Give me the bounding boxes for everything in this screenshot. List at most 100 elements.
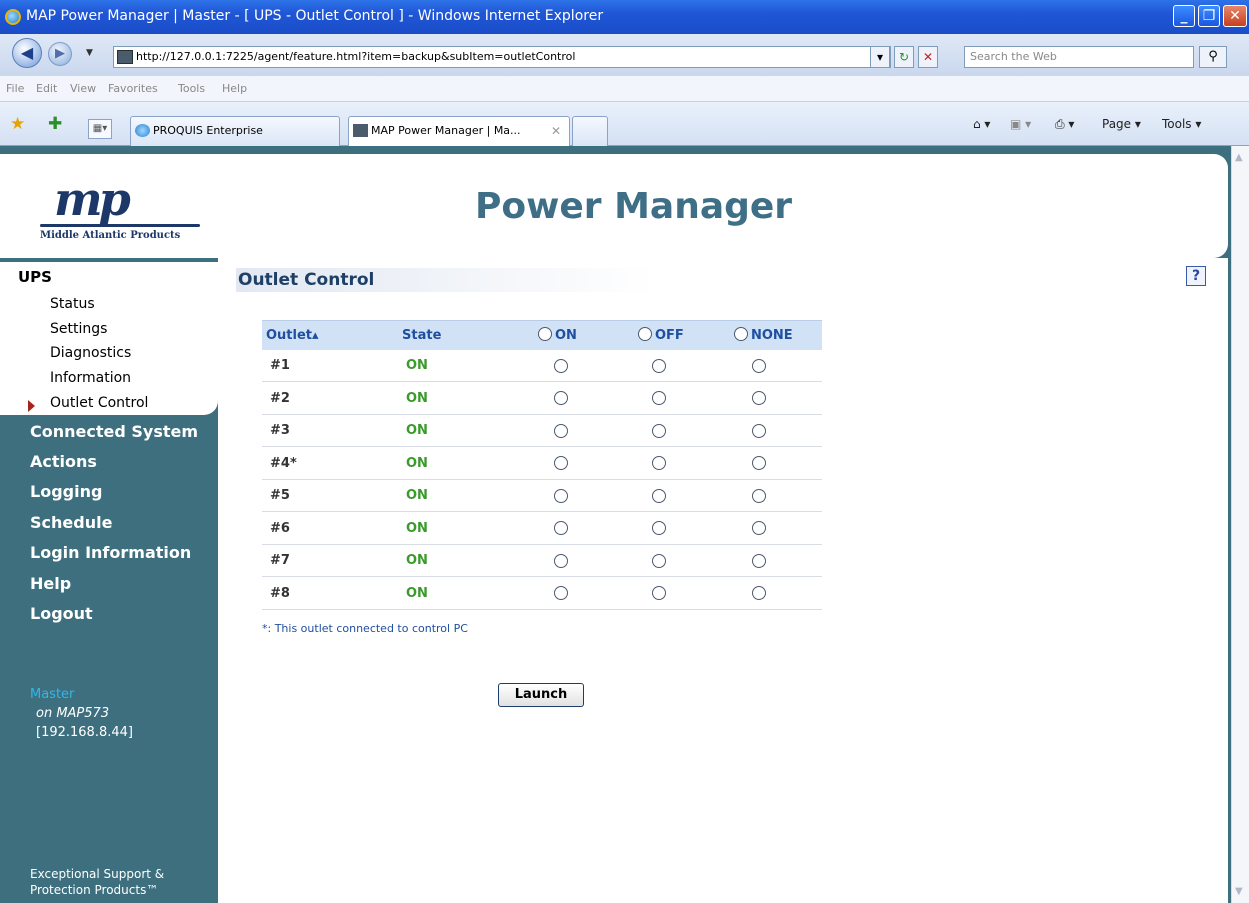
sidebar-item-actions[interactable]: Actions [30, 452, 97, 471]
url-field[interactable]: http://127.0.0.1:7225/agent/feature.html… [113, 46, 891, 68]
add-favorite-icon[interactable]: ✚ [48, 114, 62, 134]
new-tab-button[interactable] [572, 116, 608, 146]
sidebar-item-logging[interactable]: Logging [30, 482, 102, 501]
url-dropdown-button[interactable]: ▾ [870, 46, 890, 68]
outlet-none-radio[interactable] [752, 358, 766, 373]
outlet-off-radio[interactable] [652, 391, 666, 406]
close-tab-icon[interactable]: ✕ [551, 117, 561, 145]
sidebar-item-help[interactable]: Help [30, 574, 71, 593]
outlet-none-radio[interactable] [752, 423, 766, 438]
launch-button[interactable]: Launch [498, 683, 584, 707]
outlet-off-radio[interactable] [652, 488, 666, 503]
sidebar-item-login-information[interactable]: Login Information [30, 543, 191, 562]
outlet-none-radio[interactable] [752, 586, 766, 601]
outlet-off-radio[interactable] [652, 358, 666, 373]
close-window-button[interactable]: ✕ [1223, 5, 1247, 27]
outlet-number: #8 [270, 585, 290, 601]
menu-view[interactable]: View [70, 82, 96, 95]
outlet-none-radio[interactable] [752, 391, 766, 406]
ie-page-icon [135, 124, 150, 137]
table-row: #4* ON [262, 448, 822, 480]
outlet-off-radio[interactable] [652, 456, 666, 471]
menu-tools[interactable]: Tools [178, 82, 205, 95]
sidebar-item-settings[interactable]: Settings [50, 321, 107, 337]
outlet-number: #3 [270, 423, 290, 438]
table-row: #5 ON [262, 480, 822, 512]
main-content: Outlet Control ? Outlet▴ State ON OFF NO… [218, 258, 1228, 903]
sidebar-section-ups[interactable]: UPS [18, 268, 52, 286]
menu-help[interactable]: Help [222, 82, 247, 95]
outlet-on-radio[interactable] [554, 521, 568, 536]
outlet-on-radio[interactable] [554, 586, 568, 601]
outlet-none-radio[interactable] [752, 553, 766, 568]
page-header: mp Middle Atlantic Products Power Manage… [0, 154, 1228, 258]
outlet-number: #5 [270, 488, 290, 503]
scroll-up-icon[interactable]: ▲ [1235, 152, 1243, 163]
history-dropdown-icon[interactable]: ▼ [86, 48, 93, 58]
vertical-scrollbar[interactable]: ▲ ▼ [1231, 146, 1249, 903]
table-row: #6 ON [262, 513, 822, 545]
scroll-down-icon[interactable]: ▼ [1235, 886, 1243, 897]
sidebar-item-diagnostics[interactable]: Diagnostics [50, 345, 131, 361]
page-menu-button[interactable]: Page ▾ [1102, 117, 1141, 131]
outlet-on-radio[interactable] [554, 456, 568, 471]
help-icon[interactable]: ? [1186, 266, 1206, 286]
outlet-off-radio[interactable] [652, 553, 666, 568]
outlet-none-radio[interactable] [752, 456, 766, 471]
url-text: http://127.0.0.1:7225/agent/feature.html… [136, 50, 576, 63]
radio-icon[interactable] [638, 327, 652, 341]
sidebar-item-information[interactable]: Information [50, 370, 131, 386]
table-header: Outlet▴ State ON OFF NONE [262, 320, 822, 350]
print-icon[interactable]: ⎙ ▾ [1055, 117, 1074, 132]
outlet-state: ON [406, 585, 428, 601]
sidebar-item-logout[interactable]: Logout [30, 604, 93, 623]
outlet-state: ON [406, 390, 428, 406]
radio-icon[interactable] [734, 327, 748, 341]
internet-explorer-icon [5, 9, 21, 25]
radio-icon[interactable] [538, 327, 552, 341]
outlet-off-radio[interactable] [652, 586, 666, 601]
table-row: #7 ON [262, 545, 822, 577]
outlet-on-radio[interactable] [554, 358, 568, 373]
page-favicon-icon [353, 124, 368, 137]
outlet-off-radio[interactable] [652, 423, 666, 438]
select-all-on[interactable]: ON [538, 327, 577, 343]
sidebar-item-outlet-control[interactable]: Outlet Control [50, 395, 148, 411]
outlet-number: #7 [270, 553, 290, 568]
menu-edit[interactable]: Edit [36, 82, 57, 95]
outlet-on-radio[interactable] [554, 553, 568, 568]
maximize-button[interactable]: ❐ [1198, 5, 1220, 27]
footer-line-1: Exceptional Support & [30, 867, 165, 881]
tab-power-manager[interactable]: MAP Power Manager | Ma... ✕ [348, 116, 570, 146]
back-button[interactable]: ◀ [12, 38, 42, 68]
menu-favorites[interactable]: Favorites [108, 82, 158, 95]
logo-mark-icon: mp [54, 172, 131, 226]
outlet-on-radio[interactable] [554, 391, 568, 406]
column-outlet-sort[interactable]: Outlet▴ [266, 328, 319, 343]
stop-button[interactable]: ✕ [918, 46, 938, 68]
search-button[interactable]: ⚲ [1199, 46, 1227, 68]
menu-file[interactable]: File [6, 82, 24, 95]
forward-button[interactable]: ▶ [48, 42, 72, 66]
sidebar-item-connected-system[interactable]: Connected System [30, 422, 198, 441]
minimize-button[interactable]: _ [1173, 5, 1195, 27]
feeds-icon[interactable]: ▣ ▾ [1010, 117, 1031, 131]
sidebar-item-status[interactable]: Status [50, 296, 95, 312]
outlet-none-radio[interactable] [752, 488, 766, 503]
tools-menu-button[interactable]: Tools ▾ [1162, 117, 1201, 131]
sidebar-item-schedule[interactable]: Schedule [30, 513, 112, 532]
select-all-off[interactable]: OFF [638, 327, 684, 343]
outlet-on-radio[interactable] [554, 423, 568, 438]
tab-proquis[interactable]: PROQUIS Enterprise [130, 116, 340, 146]
favorites-star-icon[interactable]: ★ [10, 114, 25, 134]
refresh-button[interactable]: ↻ [894, 46, 914, 68]
search-input[interactable]: Search the Web [964, 46, 1194, 68]
outlet-state: ON [406, 520, 428, 536]
outlet-off-radio[interactable] [652, 521, 666, 536]
select-all-none[interactable]: NONE [734, 327, 793, 343]
quick-tabs-button[interactable]: ▦▾ [88, 119, 112, 139]
home-icon[interactable]: ⌂ ▾ [973, 117, 990, 131]
outlet-on-radio[interactable] [554, 488, 568, 503]
outlet-none-radio[interactable] [752, 521, 766, 536]
page-title: Power Manager [475, 186, 793, 227]
